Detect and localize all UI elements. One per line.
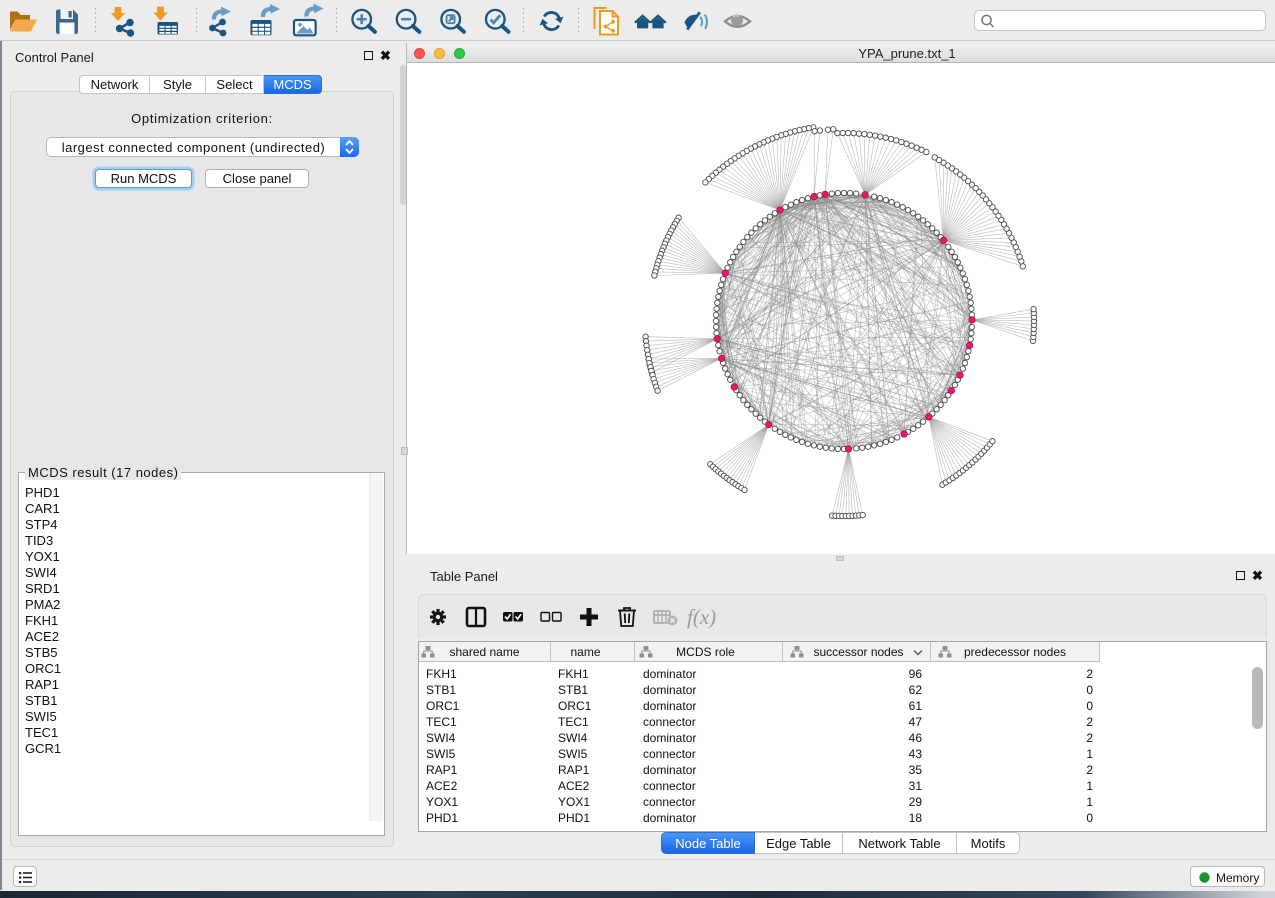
svg-text:f(x): f(x) (687, 605, 716, 629)
